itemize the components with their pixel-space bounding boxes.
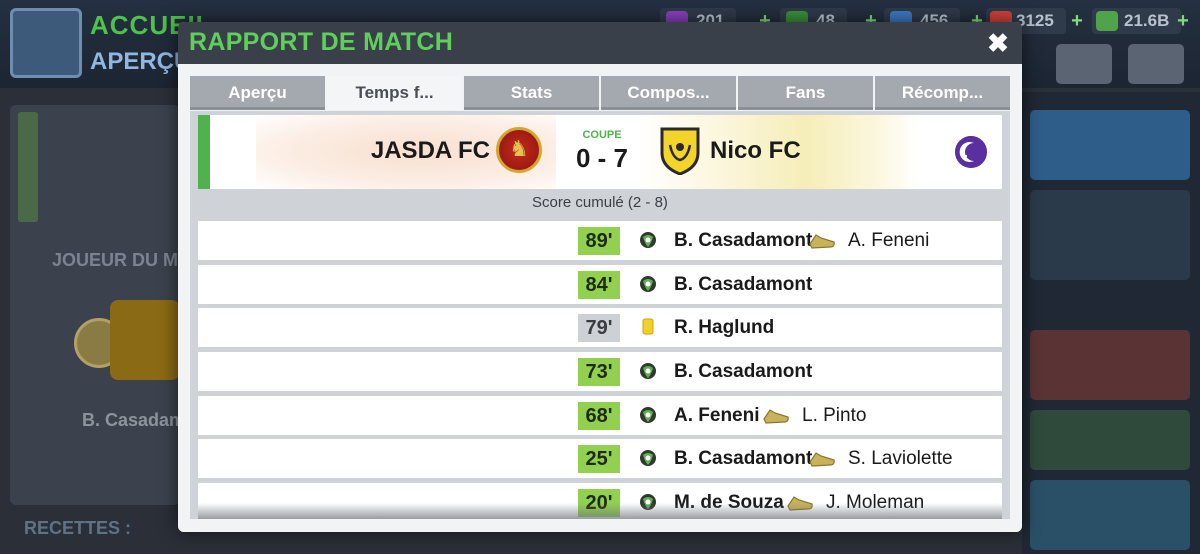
away-team-name: Nico FC: [710, 137, 801, 164]
modal-body: Aperçu Temps f... Stats Compos... Fans R…: [178, 64, 1022, 532]
right-news-card[interactable]: [1030, 190, 1190, 280]
event-minute: 89': [578, 227, 620, 255]
ball-icon: [640, 232, 656, 248]
event-assist: A. Feneni: [848, 230, 930, 251]
highlights-panel: JASDA FC ♞ COUPE 0 - 7 Nico FC Score cum…: [190, 111, 1010, 519]
club-logo[interactable]: [10, 8, 82, 78]
event-row: 25' B. Casadamont S. Laviolette: [198, 439, 1002, 479]
tab-recompenses[interactable]: Récomp...: [875, 76, 1010, 110]
resource-money: 21.6B: [1092, 8, 1182, 34]
right-card-blue[interactable]: [1030, 480, 1190, 550]
player-of-match-label: JOUEUR DU M: [52, 250, 179, 270]
ball-icon: [640, 363, 656, 380]
event-row: 84' B. Casadamont: [198, 264, 1002, 304]
event-player: R. Haglund: [674, 317, 775, 339]
result-indicator: [198, 115, 210, 189]
tab-stats[interactable]: Stats: [464, 76, 599, 110]
away-team-crest-icon: [660, 127, 700, 175]
aggregate-score: Score cumulé (2 - 8): [198, 189, 1002, 217]
tab-temps-forts[interactable]: Temps f...: [327, 76, 462, 110]
yellow-card-icon: [642, 318, 654, 335]
ball-icon: [640, 450, 656, 467]
home-team-crest-icon: ♞: [496, 127, 542, 173]
event-row: 68' A. Feneni L. Pinto: [198, 395, 1002, 435]
tab-compositions[interactable]: Compos...: [601, 76, 736, 110]
home-team-name: JASDA FC: [370, 137, 490, 164]
competition-label: COUPE: [582, 129, 622, 141]
ball-icon: [640, 275, 656, 292]
right-card-green[interactable]: [1030, 410, 1190, 470]
right-menu-button[interactable]: [1056, 44, 1112, 84]
chat-button[interactable]: [1128, 44, 1184, 84]
left-panel-accent: [18, 112, 38, 222]
event-minute: 25': [578, 445, 620, 474]
close-button[interactable]: ✖: [982, 27, 1014, 59]
events-list[interactable]: 89' B. Casadamont A. Feneni 84' B. Casad…: [198, 221, 1002, 519]
tab-fans[interactable]: Fans: [738, 76, 873, 110]
event-minute: 79': [578, 314, 620, 343]
event-minute: 68': [578, 401, 620, 430]
overview-subtitle[interactable]: APERÇU: [90, 48, 191, 76]
right-card-red[interactable]: [1030, 330, 1190, 400]
scroll-fade: [198, 503, 1002, 519]
event-player: B. Casadamont: [674, 273, 813, 295]
right-info-card[interactable]: [1030, 110, 1190, 180]
event-assist: L. Pinto: [802, 404, 867, 426]
event-row: 73' B. Casadamont: [198, 352, 1002, 392]
event-row: 89' B. Casadamont A. Feneni: [198, 221, 1002, 260]
event-player: B. Casadamont: [674, 361, 813, 383]
modal-header: RAPPORT DE MATCH ✖: [178, 22, 1022, 64]
event-player: A. Feneni: [674, 404, 760, 426]
horse-icon: ♞: [509, 136, 529, 161]
modal-title: RAPPORT DE MATCH: [189, 28, 454, 56]
tab-bar: Aperçu Temps f... Stats Compos... Fans R…: [190, 76, 1010, 112]
add-fans-button[interactable]: +: [1066, 8, 1088, 34]
event-minute: 73': [578, 358, 620, 387]
event-player: B. Casadamont: [674, 230, 813, 251]
match-banner: JASDA FC ♞ COUPE 0 - 7 Nico FC: [198, 115, 1002, 189]
money-icon: [1096, 11, 1118, 31]
boot-icon: [809, 234, 835, 249]
boot-icon: [809, 452, 835, 468]
player-avatar[interactable]: [110, 300, 180, 380]
event-minute: 84': [578, 270, 620, 299]
tab-apercu[interactable]: Aperçu: [190, 76, 325, 110]
event-player: B. Casadamont: [674, 448, 813, 470]
moon-icon[interactable]: [955, 136, 987, 168]
income-label: RECETTES :: [24, 518, 132, 538]
boot-icon: [763, 408, 789, 424]
ball-icon: [640, 406, 656, 423]
event-assist: S. Laviolette: [848, 448, 953, 470]
event-row: 79' R. Haglund: [198, 308, 1002, 348]
match-score: 0 - 7: [575, 143, 629, 173]
match-report-modal: RAPPORT DE MATCH ✖ Aperçu Temps f... Sta…: [178, 22, 1022, 532]
add-money-button[interactable]: +: [1172, 8, 1194, 34]
